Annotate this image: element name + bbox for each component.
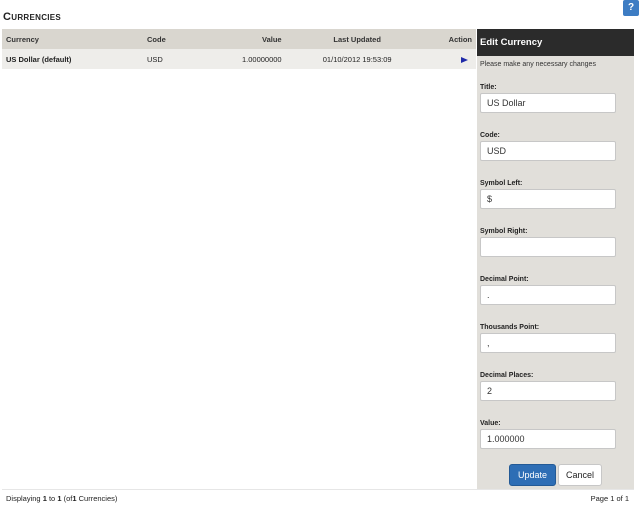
title-label: Title:: [480, 84, 497, 91]
table-header-row: Currency Code Value Last Updated Action: [2, 29, 476, 49]
value-label: Value:: [480, 420, 501, 427]
field-decimal-point: Decimal Point:: [480, 276, 631, 305]
field-thousands-point: Thousands Point:: [480, 324, 631, 353]
field-symbol-left: Symbol Left:: [480, 180, 631, 209]
column-header-value[interactable]: Value: [219, 29, 286, 49]
code-label: Code:: [480, 132, 500, 139]
edit-currency-panel: Edit Currency Please make any necessary …: [477, 29, 634, 489]
page-title: Currencies: [3, 11, 62, 23]
field-symbol-right: Symbol Right:: [480, 228, 631, 257]
play-icon[interactable]: [461, 56, 468, 63]
symbol-right-label: Symbol Right:: [480, 228, 528, 235]
page-indicator: Page 1 of 1: [590, 494, 629, 503]
cell-last-updated: 01/10/2012 19:53:09: [322, 54, 392, 64]
code-input[interactable]: [480, 141, 616, 161]
currency-table: Currency Code Value Last Updated Action …: [2, 29, 476, 69]
decimal-places-input[interactable]: [480, 381, 616, 401]
column-header-last-updated[interactable]: Last Updated: [286, 29, 429, 49]
cell-currency-code: USD: [147, 54, 163, 64]
cell-currency-value: 1.00000000: [241, 54, 282, 64]
total-count: 1: [72, 494, 77, 503]
help-button[interactable]: ?: [623, 0, 639, 16]
thousands-point-label: Thousands Point:: [480, 324, 540, 331]
value-input[interactable]: [480, 429, 616, 449]
of-suffix: Currencies): [78, 494, 118, 503]
decimal-point-input[interactable]: [480, 285, 616, 305]
column-header-currency[interactable]: Currency: [2, 29, 143, 49]
currencies-page: Currencies ? Currency Code Value Last Up…: [0, 0, 640, 525]
symbol-left-label: Symbol Left:: [480, 180, 523, 187]
cell-action: [429, 49, 476, 69]
range-to: 1: [57, 494, 62, 503]
decimal-places-label: Decimal Places:: [480, 372, 534, 379]
title-input[interactable]: [480, 93, 616, 113]
thousands-point-input[interactable]: [480, 333, 616, 353]
cancel-button[interactable]: Cancel: [558, 464, 602, 486]
field-value: Value:: [480, 420, 631, 449]
table-row[interactable]: US Dollar (default) USD 1.00000000 01/10…: [2, 49, 476, 69]
field-code: Code:: [480, 132, 631, 161]
field-title: Title:: [480, 84, 631, 113]
footer-divider: [2, 489, 634, 490]
update-button[interactable]: Update: [509, 464, 556, 486]
edit-panel-subtitle: Please make any necessary changes: [480, 61, 596, 68]
range-from: 1: [42, 494, 47, 503]
field-decimal-places: Decimal Places:: [480, 372, 631, 401]
column-header-code[interactable]: Code: [143, 29, 219, 49]
pagination-summary: Displaying 1 to 1 (of1 Currencies): [6, 494, 117, 503]
displaying-prefix: Displaying: [6, 494, 41, 503]
currency-list-panel: Currency Code Value Last Updated Action …: [2, 29, 476, 481]
decimal-point-label: Decimal Point:: [480, 276, 529, 283]
cell-currency-title: US Dollar (default): [6, 54, 72, 64]
edit-panel-heading: Edit Currency: [477, 29, 634, 56]
column-header-action: Action: [448, 34, 472, 44]
symbol-right-input[interactable]: [480, 237, 616, 257]
range-to-word: to: [48, 494, 56, 503]
symbol-left-input[interactable]: [480, 189, 616, 209]
